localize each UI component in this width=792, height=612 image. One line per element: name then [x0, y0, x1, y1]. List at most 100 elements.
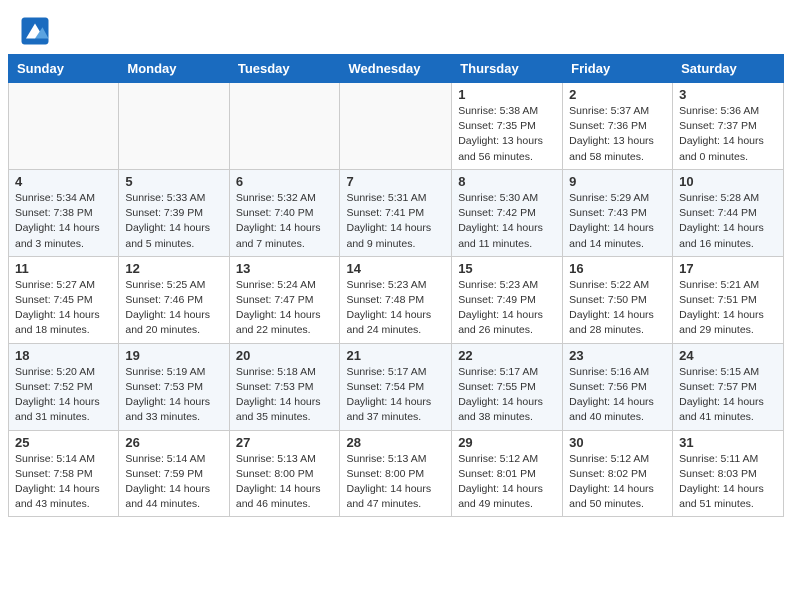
calendar-week-5: 25 Sunrise: 5:14 AM Sunset: 7:58 PM Dayli… — [9, 430, 784, 517]
day-number: 7 — [346, 174, 445, 189]
day-info: Sunrise: 5:30 AM Sunset: 7:42 PM Dayligh… — [458, 191, 556, 252]
calendar-cell: 24 Sunrise: 5:15 AM Sunset: 7:57 PM Dayli… — [673, 343, 784, 430]
day-info: Sunrise: 5:29 AM Sunset: 7:43 PM Dayligh… — [569, 191, 666, 252]
calendar-cell: 17 Sunrise: 5:21 AM Sunset: 7:51 PM Dayli… — [673, 256, 784, 343]
day-number: 20 — [236, 348, 334, 363]
day-number: 2 — [569, 87, 666, 102]
day-number: 30 — [569, 435, 666, 450]
day-number: 16 — [569, 261, 666, 276]
day-header-tuesday: Tuesday — [229, 55, 340, 83]
calendar-cell — [340, 83, 452, 170]
day-number: 21 — [346, 348, 445, 363]
calendar-table: SundayMondayTuesdayWednesdayThursdayFrid… — [8, 54, 784, 517]
day-number: 19 — [125, 348, 222, 363]
calendar-cell: 19 Sunrise: 5:19 AM Sunset: 7:53 PM Dayli… — [119, 343, 229, 430]
calendar-cell: 4Sunrise: 5:34 AM Sunset: 7:38 PM Daylig… — [9, 169, 119, 256]
calendar-cell: 14 Sunrise: 5:23 AM Sunset: 7:48 PM Dayli… — [340, 256, 452, 343]
day-info: Sunrise: 5:13 AM Sunset: 8:00 PM Dayligh… — [346, 452, 445, 513]
calendar-cell: 12 Sunrise: 5:25 AM Sunset: 7:46 PM Dayli… — [119, 256, 229, 343]
day-info: Sunrise: 5:17 AM Sunset: 7:55 PM Dayligh… — [458, 365, 556, 426]
day-number: 28 — [346, 435, 445, 450]
calendar-cell — [119, 83, 229, 170]
day-info: Sunrise: 5:16 AM Sunset: 7:56 PM Dayligh… — [569, 365, 666, 426]
day-info: Sunrise: 5:21 AM Sunset: 7:51 PM Dayligh… — [679, 278, 777, 339]
calendar-cell: 9Sunrise: 5:29 AM Sunset: 7:43 PM Daylig… — [563, 169, 673, 256]
day-info: Sunrise: 5:14 AM Sunset: 7:59 PM Dayligh… — [125, 452, 222, 513]
day-info: Sunrise: 5:25 AM Sunset: 7:46 PM Dayligh… — [125, 278, 222, 339]
day-number: 12 — [125, 261, 222, 276]
day-info: Sunrise: 5:28 AM Sunset: 7:44 PM Dayligh… — [679, 191, 777, 252]
day-number: 31 — [679, 435, 777, 450]
calendar-week-1: 1Sunrise: 5:38 AM Sunset: 7:35 PM Daylig… — [9, 83, 784, 170]
logo — [20, 16, 54, 46]
day-header-sunday: Sunday — [9, 55, 119, 83]
calendar-cell — [229, 83, 340, 170]
day-info: Sunrise: 5:22 AM Sunset: 7:50 PM Dayligh… — [569, 278, 666, 339]
calendar-cell: 22 Sunrise: 5:17 AM Sunset: 7:55 PM Dayli… — [452, 343, 563, 430]
calendar-cell — [9, 83, 119, 170]
day-info: Sunrise: 5:31 AM Sunset: 7:41 PM Dayligh… — [346, 191, 445, 252]
day-number: 18 — [15, 348, 112, 363]
day-info: Sunrise: 5:12 AM Sunset: 8:02 PM Dayligh… — [569, 452, 666, 513]
day-header-thursday: Thursday — [452, 55, 563, 83]
day-info: Sunrise: 5:17 AM Sunset: 7:54 PM Dayligh… — [346, 365, 445, 426]
day-info: Sunrise: 5:12 AM Sunset: 8:01 PM Dayligh… — [458, 452, 556, 513]
day-info: Sunrise: 5:19 AM Sunset: 7:53 PM Dayligh… — [125, 365, 222, 426]
day-number: 24 — [679, 348, 777, 363]
day-header-saturday: Saturday — [673, 55, 784, 83]
day-info: Sunrise: 5:14 AM Sunset: 7:58 PM Dayligh… — [15, 452, 112, 513]
page-header — [0, 0, 792, 54]
calendar-cell: 1Sunrise: 5:38 AM Sunset: 7:35 PM Daylig… — [452, 83, 563, 170]
day-info: Sunrise: 5:24 AM Sunset: 7:47 PM Dayligh… — [236, 278, 334, 339]
calendar-cell: 20 Sunrise: 5:18 AM Sunset: 7:53 PM Dayli… — [229, 343, 340, 430]
calendar-cell: 11 Sunrise: 5:27 AM Sunset: 7:45 PM Dayli… — [9, 256, 119, 343]
calendar-cell: 13 Sunrise: 5:24 AM Sunset: 7:47 PM Dayli… — [229, 256, 340, 343]
calendar-cell: 8 Sunrise: 5:30 AM Sunset: 7:42 PM Daylig… — [452, 169, 563, 256]
day-number: 29 — [458, 435, 556, 450]
day-info: Sunrise: 5:32 AM Sunset: 7:40 PM Dayligh… — [236, 191, 334, 252]
day-number: 6 — [236, 174, 334, 189]
calendar-cell: 18 Sunrise: 5:20 AM Sunset: 7:52 PM Dayli… — [9, 343, 119, 430]
calendar-header-row: SundayMondayTuesdayWednesdayThursdayFrid… — [9, 55, 784, 83]
logo-icon — [20, 16, 50, 46]
day-number: 17 — [679, 261, 777, 276]
calendar-cell: 28 Sunrise: 5:13 AM Sunset: 8:00 PM Dayli… — [340, 430, 452, 517]
day-number: 5 — [125, 174, 222, 189]
day-number: 13 — [236, 261, 334, 276]
day-header-wednesday: Wednesday — [340, 55, 452, 83]
day-number: 3 — [679, 87, 777, 102]
day-number: 22 — [458, 348, 556, 363]
day-number: 11 — [15, 261, 112, 276]
calendar-week-2: 4Sunrise: 5:34 AM Sunset: 7:38 PM Daylig… — [9, 169, 784, 256]
day-header-monday: Monday — [119, 55, 229, 83]
calendar-cell: 10Sunrise: 5:28 AM Sunset: 7:44 PM Dayli… — [673, 169, 784, 256]
day-info: Sunrise: 5:34 AM Sunset: 7:38 PM Dayligh… — [15, 191, 112, 252]
day-info: Sunrise: 5:23 AM Sunset: 7:49 PM Dayligh… — [458, 278, 556, 339]
calendar-cell: 25 Sunrise: 5:14 AM Sunset: 7:58 PM Dayli… — [9, 430, 119, 517]
calendar-week-4: 18 Sunrise: 5:20 AM Sunset: 7:52 PM Dayli… — [9, 343, 784, 430]
calendar-cell: 5 Sunrise: 5:33 AM Sunset: 7:39 PM Daylig… — [119, 169, 229, 256]
calendar-cell: 3 Sunrise: 5:36 AM Sunset: 7:37 PM Daylig… — [673, 83, 784, 170]
day-info: Sunrise: 5:18 AM Sunset: 7:53 PM Dayligh… — [236, 365, 334, 426]
day-number: 25 — [15, 435, 112, 450]
calendar-cell: 27 Sunrise: 5:13 AM Sunset: 8:00 PM Dayli… — [229, 430, 340, 517]
day-info: Sunrise: 5:15 AM Sunset: 7:57 PM Dayligh… — [679, 365, 777, 426]
day-number: 26 — [125, 435, 222, 450]
day-number: 15 — [458, 261, 556, 276]
day-number: 1 — [458, 87, 556, 102]
day-number: 27 — [236, 435, 334, 450]
day-info: Sunrise: 5:36 AM Sunset: 7:37 PM Dayligh… — [679, 104, 777, 165]
day-number: 8 — [458, 174, 556, 189]
calendar-cell: 6 Sunrise: 5:32 AM Sunset: 7:40 PM Daylig… — [229, 169, 340, 256]
day-info: Sunrise: 5:20 AM Sunset: 7:52 PM Dayligh… — [15, 365, 112, 426]
day-info: Sunrise: 5:13 AM Sunset: 8:00 PM Dayligh… — [236, 452, 334, 513]
calendar-cell: 2Sunrise: 5:37 AM Sunset: 7:36 PM Daylig… — [563, 83, 673, 170]
day-info: Sunrise: 5:27 AM Sunset: 7:45 PM Dayligh… — [15, 278, 112, 339]
calendar-cell: 31Sunrise: 5:11 AM Sunset: 8:03 PM Dayli… — [673, 430, 784, 517]
day-number: 14 — [346, 261, 445, 276]
calendar-week-3: 11 Sunrise: 5:27 AM Sunset: 7:45 PM Dayli… — [9, 256, 784, 343]
calendar-cell: 15 Sunrise: 5:23 AM Sunset: 7:49 PM Dayli… — [452, 256, 563, 343]
day-info: Sunrise: 5:23 AM Sunset: 7:48 PM Dayligh… — [346, 278, 445, 339]
calendar-cell: 29 Sunrise: 5:12 AM Sunset: 8:01 PM Dayli… — [452, 430, 563, 517]
day-info: Sunrise: 5:33 AM Sunset: 7:39 PM Dayligh… — [125, 191, 222, 252]
